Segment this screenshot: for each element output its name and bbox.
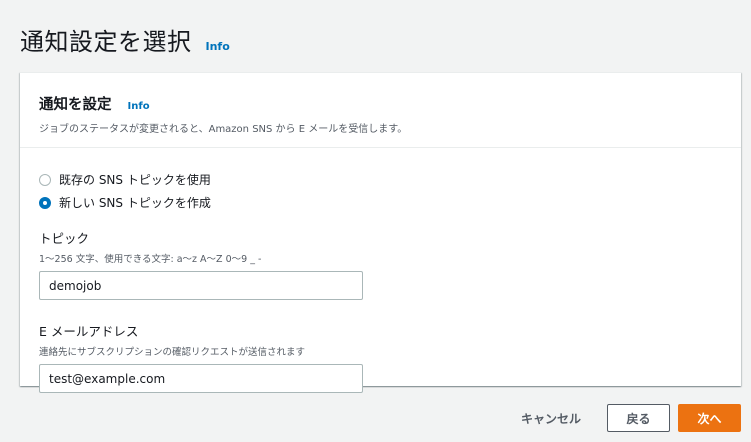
radio-button-checked[interactable] (39, 196, 51, 209)
panel-info-link[interactable]: Info (128, 101, 150, 112)
topic-label: トピック (39, 231, 90, 246)
radio-label: 既存の SNS トピックを使用 (59, 173, 211, 187)
panel-title: 通知を設定 (39, 97, 112, 113)
page-info-link[interactable]: Info (206, 40, 230, 53)
next-button[interactable]: 次へ (678, 404, 741, 432)
panel-description: ジョブのステータスが変更されると、Amazon SNS から E メールを受信し… (39, 124, 408, 135)
panel-title-row: 通知を設定 Info (39, 93, 721, 114)
radio-existing-topic[interactable]: 既存の SNS トピックを使用 (39, 168, 721, 191)
footer-actions: キャンセル 戻る 次へ (509, 404, 741, 432)
radio-new-topic[interactable]: 新しい SNS トピックを作成 (39, 191, 721, 214)
topic-description: 1〜256 文字、使用できる文字: a〜z A〜Z 0〜9 _ - (39, 254, 262, 265)
panel-body: 既存の SNS トピックを使用 新しい SNS トピックを作成 トピック 1〜2… (20, 148, 741, 393)
email-label: E メールアドレス (39, 324, 139, 339)
email-input[interactable] (39, 364, 363, 393)
radio-button-unchecked[interactable] (39, 173, 51, 186)
email-field: E メールアドレス 連絡先にサブスクリプションの確認リクエストが送信されます (39, 321, 721, 393)
page-title: 通知設定を選択 (20, 28, 192, 56)
cancel-button[interactable]: キャンセル (509, 404, 593, 432)
topic-field: トピック 1〜256 文字、使用できる文字: a〜z A〜Z 0〜9 _ - (39, 228, 721, 300)
notification-panel: 通知を設定 Info ジョブのステータスが変更されると、Amazon SNS か… (20, 72, 741, 393)
radio-label: 新しい SNS トピックを作成 (59, 196, 211, 210)
page-header: 通知設定を選択 Info (20, 22, 230, 57)
back-button[interactable]: 戻る (607, 404, 670, 432)
topic-input[interactable] (39, 271, 363, 300)
panel-header: 通知を設定 Info ジョブのステータスが変更されると、Amazon SNS か… (20, 73, 741, 148)
email-description: 連絡先にサブスクリプションの確認リクエストが送信されます (39, 347, 306, 358)
